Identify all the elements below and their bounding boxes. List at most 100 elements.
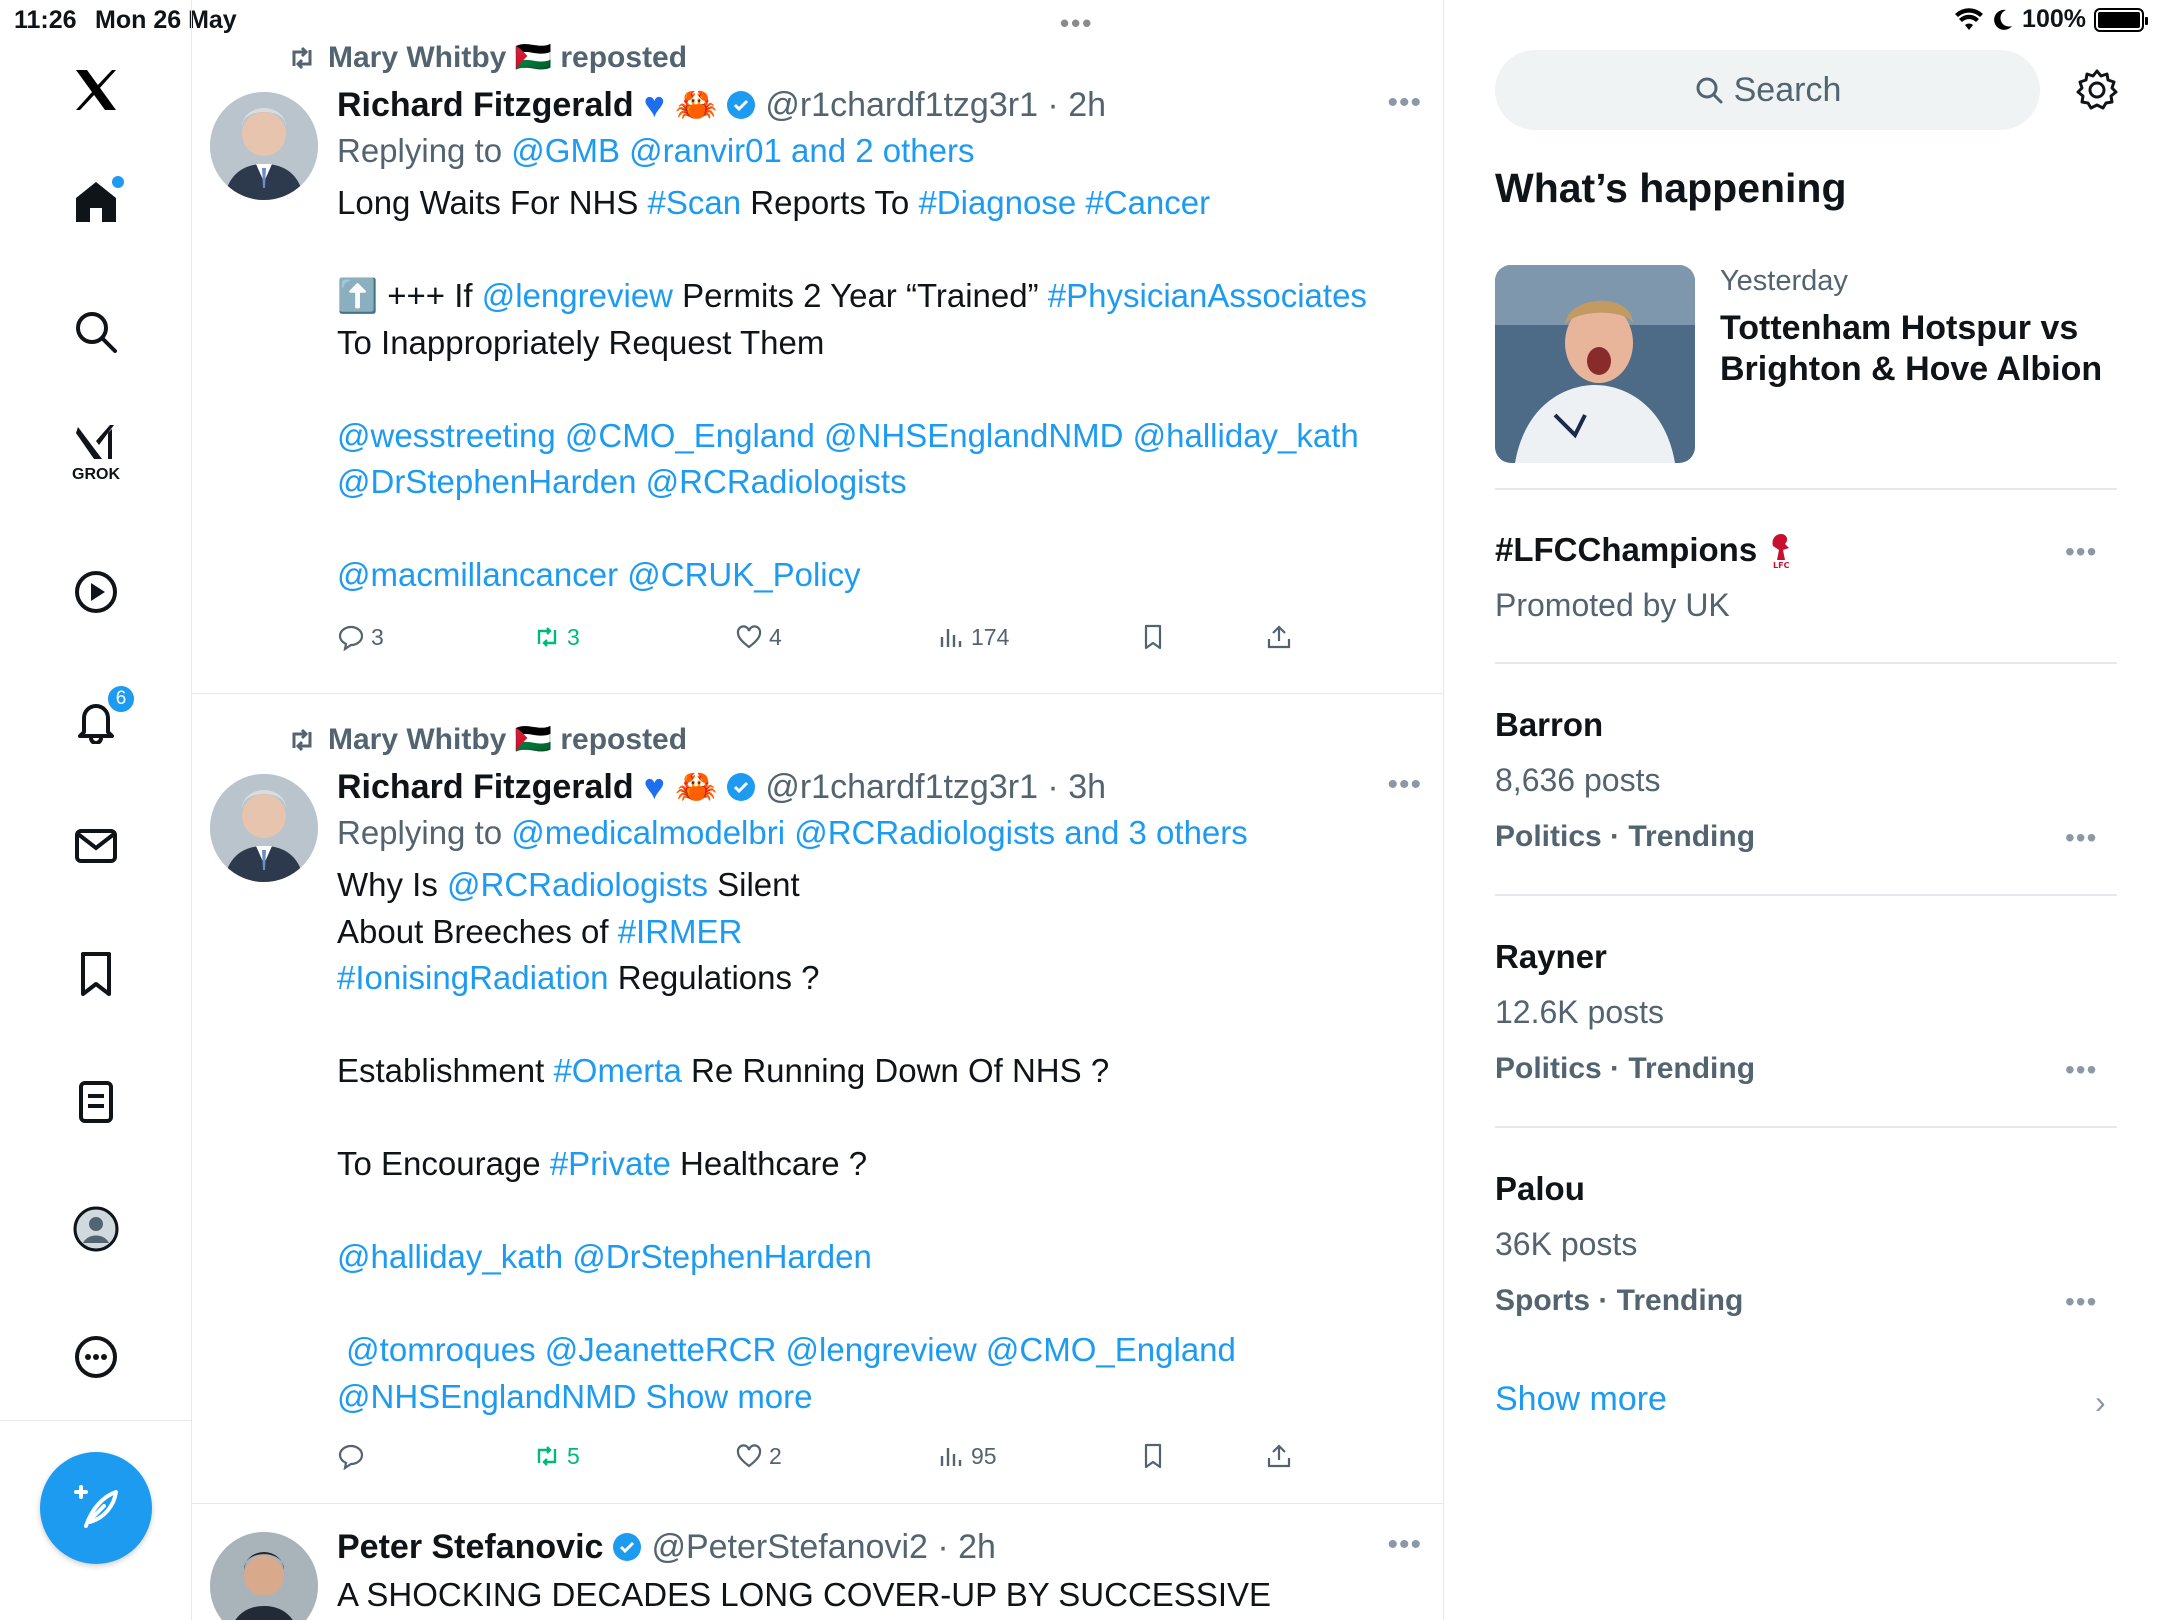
show-more-link[interactable]: Show more xyxy=(636,1378,813,1415)
video-icon[interactable] xyxy=(64,560,128,624)
tweet-header: Richard Fitzgerald ♥ 🦀 @r1chardf1tzg3r1 … xyxy=(337,82,1417,128)
chevron-right-icon: › xyxy=(2095,1384,2106,1420)
notifications-bell-icon[interactable]: 6 xyxy=(64,684,136,752)
search-icon[interactable] xyxy=(64,300,128,364)
grok-icon[interactable]: GROK xyxy=(64,420,128,484)
replying-to-users[interactable]: @medicalmodelbri @RCRadiologists and 3 o… xyxy=(511,814,1248,851)
profile-avatar-icon[interactable] xyxy=(64,1197,128,1261)
author-handle[interactable]: @PeterStefanovi2 · 2h xyxy=(651,1528,995,1567)
bookmark-button[interactable] xyxy=(1139,623,1167,651)
tweet-more-menu-icon[interactable]: ••• xyxy=(1387,86,1422,120)
show-more-trends-link[interactable]: Show more xyxy=(1495,1380,1667,1419)
share-button[interactable] xyxy=(1265,1442,1293,1470)
repost-button[interactable]: 5 xyxy=(533,1442,580,1470)
messages-icon[interactable] xyxy=(64,814,128,878)
hashtag-link[interactable]: #Omerta xyxy=(553,1052,681,1089)
like-count: 2 xyxy=(769,1442,782,1469)
x-logo-icon[interactable] xyxy=(64,58,128,122)
tweet-text-line2-c: Permits 2 Year “Trained” xyxy=(673,277,1048,314)
replying-to-prefix: Replying to xyxy=(337,132,503,169)
mentions-line[interactable]: @wesstreeting @CMO_England @NHSEnglandNM… xyxy=(337,417,1359,454)
repost-icon xyxy=(292,728,312,751)
trend-name[interactable]: Barron xyxy=(1495,706,1603,744)
mentions-line[interactable]: @tomroques @JeanetteRCR @lengreview @CMO… xyxy=(337,1331,1236,1368)
hashtag-link[interactable]: #IRMER xyxy=(618,913,743,950)
repost-by-label[interactable]: Mary Whitby 🇵🇸 reposted xyxy=(328,40,687,75)
lists-icon[interactable] xyxy=(64,1070,128,1134)
author-avatar[interactable] xyxy=(210,92,318,200)
trend-more-icon[interactable]: ••• xyxy=(2065,822,2097,854)
tweet-text-line2-a: ⬆️ +++ If xyxy=(337,277,482,314)
promoted-trend[interactable]: #LFCChampions LFC xyxy=(1495,530,1795,570)
trend-name[interactable]: Palou xyxy=(1495,1170,1585,1208)
trend-post-count: 8,636 posts xyxy=(1495,762,1661,798)
tweet-card[interactable]: Peter Stefanovic @PeterStefanovi2 · 2h A… xyxy=(192,1504,1443,1620)
mention-link[interactable]: @RCRadiologists xyxy=(447,866,708,903)
like-button[interactable]: 2 xyxy=(735,1442,782,1470)
featured-trend-image[interactable] xyxy=(1495,265,1695,463)
tweet-card[interactable]: Mary Whitby 🇵🇸 reposted Richard Fitzgera… xyxy=(192,0,1443,694)
author-name[interactable]: Richard Fitzgerald xyxy=(337,768,634,807)
mentions-line[interactable]: @macmillancancer @CRUK_Policy xyxy=(337,556,861,593)
tweet-text: Why Is @RCRadiologists Silent About Bree… xyxy=(337,862,1417,1420)
repost-indicator: Mary Whitby 🇵🇸 reposted xyxy=(286,722,687,757)
mentions-line[interactable]: @DrStephenHarden @RCRadiologists xyxy=(337,463,907,500)
compose-post-button[interactable] xyxy=(40,1452,152,1564)
tweet-card[interactable]: Mary Whitby 🇵🇸 reposted Richard Fitzgera… xyxy=(192,694,1443,1504)
featured-trend-headline[interactable]: Tottenham Hotspur vs Brighton & Hove Alb… xyxy=(1720,308,2140,390)
bookmark-button[interactable] xyxy=(1139,1442,1167,1470)
mention-link[interactable]: @NHSEnglandNMD xyxy=(337,1378,636,1415)
author-avatar[interactable] xyxy=(210,774,318,882)
reply-button[interactable]: 3 xyxy=(337,623,384,651)
left-nav: GROK 6 xyxy=(0,0,192,1620)
views-button[interactable]: 174 xyxy=(937,623,1009,651)
share-icon xyxy=(1267,1444,1291,1468)
reply-button[interactable] xyxy=(337,1442,371,1470)
tweet-text-line4-c: Re Running Down Of NHS ? xyxy=(681,1052,1110,1089)
repost-by-label[interactable]: Mary Whitby 🇵🇸 reposted xyxy=(328,722,687,757)
share-button[interactable] xyxy=(1265,623,1293,651)
divider xyxy=(1495,894,2117,896)
bookmarks-icon[interactable] xyxy=(64,942,128,1006)
author-handle[interactable]: @r1chardf1tzg3r1 · 2h xyxy=(765,86,1106,125)
heart-icon xyxy=(736,625,762,649)
views-button[interactable]: 95 xyxy=(937,1442,997,1470)
trend-name[interactable]: Rayner xyxy=(1495,938,1607,976)
author-handle[interactable]: @r1chardf1tzg3r1 · 3h xyxy=(765,768,1106,807)
replying-to-users[interactable]: @GMB @ranvir01 and 2 others xyxy=(511,132,974,169)
author-name[interactable]: Richard Fitzgerald xyxy=(337,86,634,125)
home-icon[interactable] xyxy=(64,170,128,234)
trend-more-icon[interactable]: ••• xyxy=(2065,536,2097,568)
search-bar[interactable]: Search xyxy=(1495,50,2040,130)
hashtag-link[interactable]: #IonisingRadiation xyxy=(337,959,609,996)
bookmark-icon xyxy=(1144,1443,1162,1469)
settings-gear-icon[interactable] xyxy=(2075,68,2119,112)
tweet-header: Peter Stefanovic @PeterStefanovi2 · 2h xyxy=(337,1524,1417,1570)
mention-link[interactable]: @lengreview xyxy=(482,277,673,314)
search-placeholder: Search xyxy=(1733,70,1842,109)
hashtag-link[interactable]: #Diagnose #Cancer xyxy=(918,184,1210,221)
heart-icon xyxy=(736,1444,762,1468)
tweet-more-menu-icon[interactable]: ••• xyxy=(1387,1528,1422,1562)
repost-button[interactable]: 3 xyxy=(533,623,580,651)
tweet-text-line2-a: About Breeches of xyxy=(337,912,618,950)
blue-heart-icon: ♥ xyxy=(643,766,665,807)
divider xyxy=(1495,488,2117,490)
tweet-text-line5-a: To Encourage xyxy=(337,1145,550,1182)
verified-badge-icon xyxy=(727,773,756,801)
author-avatar[interactable] xyxy=(210,1532,318,1620)
author-name[interactable]: Peter Stefanovic xyxy=(337,1528,603,1567)
more-options-icon[interactable] xyxy=(64,1325,128,1389)
right-sidebar: Search What’s happening Yesterday Totten… xyxy=(1445,0,2160,1620)
like-button[interactable]: 4 xyxy=(735,623,782,651)
hashtag-link[interactable]: #Scan xyxy=(648,184,742,221)
lfc-liver-bird-icon: LFC xyxy=(1772,534,1790,570)
trend-more-icon[interactable]: ••• xyxy=(2065,1286,2097,1318)
hashtag-link[interactable]: #Private xyxy=(550,1145,671,1182)
tweet-more-menu-icon[interactable]: ••• xyxy=(1387,768,1422,802)
divider xyxy=(1495,1126,2117,1128)
mentions-line[interactable]: @halliday_kath @DrStephenHarden xyxy=(337,1238,872,1275)
hashtag-link[interactable]: #PhysicianAssociates xyxy=(1048,277,1367,314)
trend-more-icon[interactable]: ••• xyxy=(2065,1054,2097,1086)
timeline-feed[interactable]: Mary Whitby 🇵🇸 reposted Richard Fitzgera… xyxy=(192,0,1444,1620)
